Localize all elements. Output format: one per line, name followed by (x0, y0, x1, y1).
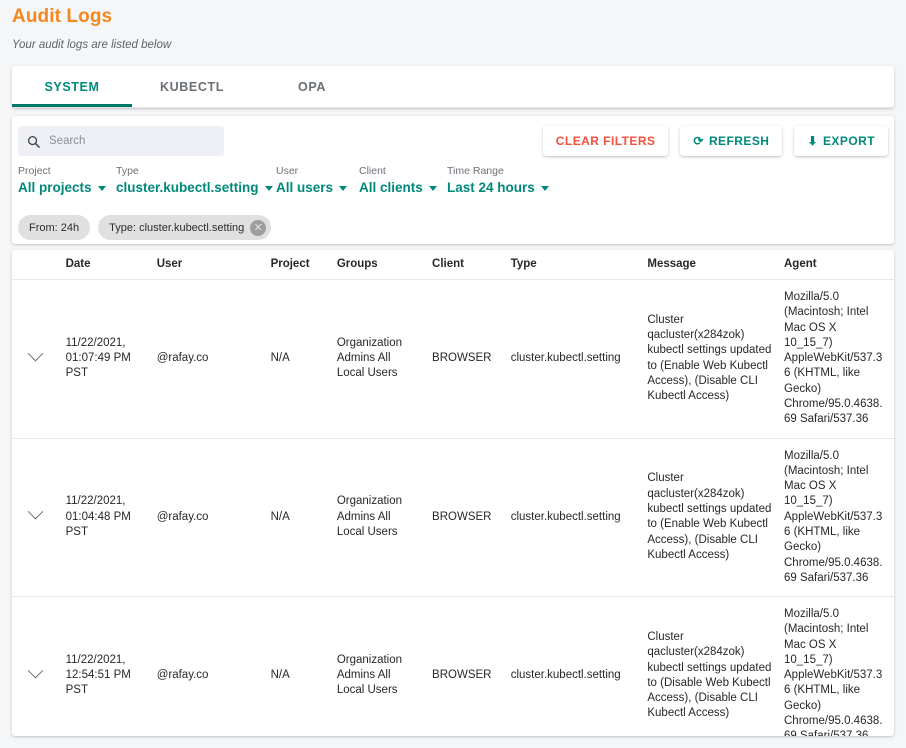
col-header-client: Client (426, 250, 505, 280)
row-expand-cell (12, 596, 60, 736)
row-date: 11/22/2021, 12:54:51 PM PST (59, 596, 151, 736)
table-row: 11/22/2021, 01:07:49 PM PST @rafay.co N/… (12, 279, 894, 439)
chip-from-label: From: 24h (29, 221, 80, 234)
audit-log-table-card: Date User Project Groups Client Type Mes… (12, 250, 894, 736)
filter-project-select[interactable]: All projects (18, 180, 116, 195)
row-client: BROWSER (426, 438, 505, 598)
filter-project: Project All projects (18, 165, 116, 195)
export-button[interactable]: ⬇ EXPORT (794, 126, 888, 156)
tab-opa[interactable]: OPA (252, 66, 372, 107)
row-agent: Mozilla/5.0 (Macintosh; Intel Mac OS X 1… (778, 438, 894, 598)
col-header-project: Project (264, 250, 331, 280)
col-header-date: Date (59, 250, 151, 280)
row-groups: Organization Admins All Local Users (330, 596, 427, 736)
export-label: EXPORT (822, 134, 875, 148)
tab-system[interactable]: SYSTEM (12, 66, 132, 107)
refresh-button[interactable]: ⟳ REFRESH (680, 126, 783, 156)
filter-type-value: cluster.kubectl.setting (116, 180, 259, 195)
row-date: 11/22/2021, 01:07:49 PM PST (59, 279, 151, 439)
filter-dropdowns: Project All projects Type cluster.kubect… (18, 165, 549, 195)
row-groups: Organization Admins All Local Users (330, 279, 427, 439)
chevron-down-icon (428, 186, 437, 191)
tab-system-label: SYSTEM (44, 79, 100, 94)
filter-client-label: Client (359, 165, 386, 177)
refresh-label: REFRESH (708, 134, 770, 148)
row-message: Cluster qacluster(x284zok) kubectl setti… (641, 596, 778, 736)
row-expand-cell (12, 438, 60, 598)
chip-from: From: 24h (18, 215, 91, 240)
col-header-groups: Groups (330, 250, 427, 280)
search-input[interactable]: Search (18, 126, 224, 156)
action-buttons: CLEAR FILTERS ⟳ REFRESH ⬇ EXPORT (542, 126, 888, 156)
row-project: N/A (264, 596, 331, 736)
search-icon (27, 135, 40, 148)
row-client: BROWSER (426, 279, 505, 439)
filter-client: Client All clients (359, 165, 447, 195)
filter-type-label: Type (116, 165, 139, 177)
row-user: @rafay.co (150, 438, 265, 598)
clear-filters-label: CLEAR FILTERS (555, 134, 656, 148)
filter-client-select[interactable]: All clients (359, 180, 447, 195)
chip-remove-icon[interactable]: ✕ (250, 219, 267, 236)
col-header-user: User (150, 250, 265, 280)
row-user: @rafay.co (150, 596, 265, 736)
chip-type-label: Type: cluster.kubectl.setting (109, 221, 245, 234)
search-placeholder: Search (49, 135, 86, 147)
chevron-down-icon[interactable] (28, 662, 44, 679)
row-message: Cluster qacluster(x284zok) kubectl setti… (641, 438, 778, 598)
page-subtitle: Your audit logs are listed below (12, 39, 172, 51)
filter-client-value: All clients (359, 180, 423, 195)
chevron-down-icon (540, 186, 549, 191)
chevron-down-icon[interactable] (28, 345, 44, 362)
row-client: BROWSER (426, 596, 505, 736)
audit-log-table: Date User Project Groups Client Type Mes… (12, 250, 894, 736)
row-type: cluster.kubectl.setting (504, 596, 642, 736)
table-row: 11/22/2021, 12:54:51 PM PST @rafay.co N/… (12, 596, 894, 736)
active-filter-chips: From: 24h Type: cluster.kubectl.setting … (18, 215, 272, 240)
filter-time-range-label: Time Range (447, 165, 504, 177)
filter-user-value: All users (276, 180, 334, 195)
clear-filters-button[interactable]: CLEAR FILTERS (542, 126, 669, 156)
row-project: N/A (264, 279, 331, 439)
filter-time-range-select[interactable]: Last 24 hours (447, 180, 549, 195)
row-agent: Mozilla/5.0 (Macintosh; Intel Mac OS X 1… (778, 279, 894, 439)
audit-logs-page: Audit Logs Your audit logs are listed be… (0, 0, 906, 748)
download-icon: ⬇ (807, 134, 818, 148)
filter-time-range: Time Range Last 24 hours (447, 165, 549, 195)
row-project: N/A (264, 438, 331, 598)
filter-type: Type cluster.kubectl.setting (116, 165, 276, 195)
row-type: cluster.kubectl.setting (504, 279, 642, 439)
table-row: 11/22/2021, 01:04:48 PM PST @rafay.co N/… (12, 438, 894, 598)
chevron-down-icon (339, 186, 348, 191)
col-header-type: Type (504, 250, 642, 280)
filter-project-value: All projects (18, 180, 92, 195)
row-date: 11/22/2021, 01:04:48 PM PST (59, 438, 151, 598)
tab-bar: SYSTEM KUBECTL OPA (12, 66, 894, 108)
row-type: cluster.kubectl.setting (504, 438, 642, 598)
row-message: Cluster qacluster(x284zok) kubectl setti… (641, 279, 778, 439)
filter-time-range-value: Last 24 hours (447, 180, 535, 195)
chevron-down-icon[interactable] (28, 504, 44, 520)
chip-type: Type: cluster.kubectl.setting ✕ (98, 215, 272, 240)
tab-kubectl-label: KUBECTL (160, 79, 224, 94)
tab-kubectl[interactable]: KUBECTL (132, 66, 252, 107)
tab-opa-label: OPA (298, 79, 326, 94)
row-user: @rafay.co (150, 279, 265, 439)
col-header-expand (12, 250, 60, 280)
chevron-down-icon (264, 186, 273, 191)
col-header-agent: Agent (778, 250, 894, 280)
filter-user-label: User (276, 165, 299, 177)
filter-user: User All users (276, 165, 359, 195)
row-expand-cell (12, 279, 60, 439)
row-agent: Mozilla/5.0 (Macintosh; Intel Mac OS X 1… (778, 596, 894, 736)
filter-user-select[interactable]: All users (276, 180, 359, 195)
chevron-down-icon (97, 186, 106, 191)
refresh-icon: ⟳ (693, 134, 704, 148)
row-groups: Organization Admins All Local Users (330, 438, 427, 598)
col-header-message: Message (641, 250, 778, 280)
filter-project-label: Project (18, 165, 51, 177)
page-title: Audit Logs (12, 6, 113, 27)
table-header-row: Date User Project Groups Client Type Mes… (12, 250, 894, 280)
filter-type-select[interactable]: cluster.kubectl.setting (116, 180, 276, 195)
